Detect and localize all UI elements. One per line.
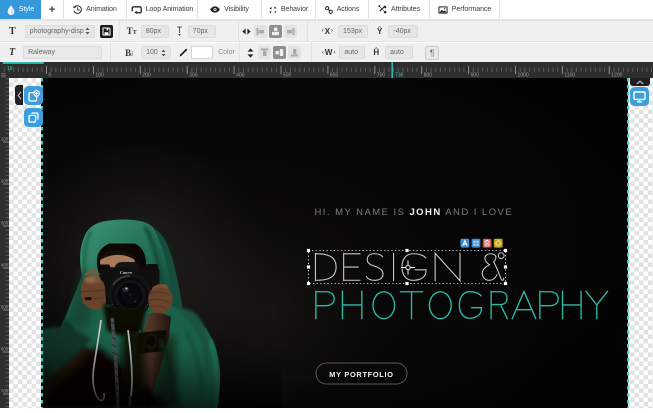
svg-text:100: 100	[1, 137, 9, 142]
svg-text:HI. MY NAME IS JOHN AND I LOVE: HI. MY NAME IS JOHN AND I LOVE	[315, 207, 514, 218]
svg-text:500: 500	[1, 305, 9, 310]
svg-text:400: 400	[1, 263, 9, 268]
svg-text:700: 700	[1, 389, 9, 394]
svg-text:600: 600	[1, 347, 9, 352]
svg-text:200: 200	[1, 179, 9, 184]
svg-text:MY PORTFOLIO: MY PORTFOLIO	[329, 370, 393, 379]
svg-text:300: 300	[1, 221, 9, 226]
svg-text:18: 18	[7, 66, 13, 72]
